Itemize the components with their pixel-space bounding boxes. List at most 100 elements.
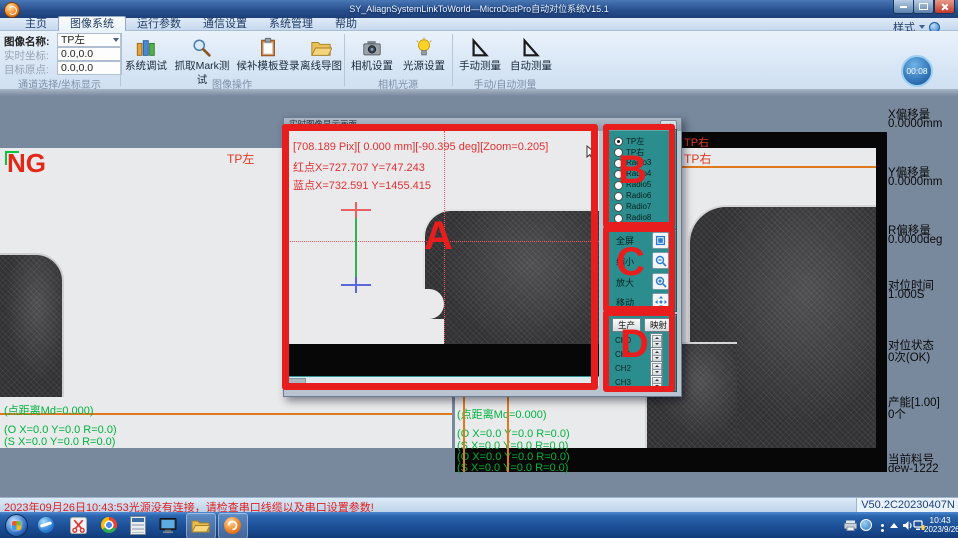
taskbar-calculator-button[interactable] xyxy=(128,515,148,535)
red-point-marker-v xyxy=(355,202,357,218)
stat-part-number-value: dew-1222 xyxy=(888,463,939,475)
camera-settings-button[interactable]: 相机设置 xyxy=(347,33,397,76)
ch2-stepper[interactable] xyxy=(650,361,663,376)
clock-date: 2023/9/26 xyxy=(924,525,956,535)
status-bar: 2023年09月26日10:43:53光源没有连接，请检查串口线缆以及串口设置参… xyxy=(0,497,958,512)
image-name-label: 图像名称: xyxy=(4,34,50,49)
calculator-icon xyxy=(130,516,146,535)
system-debug-button[interactable]: 系统调试 xyxy=(123,33,169,76)
live-image-dialog: 实时图像显示画面 [708.189 Pix][ 0.000 mm][-90.39… xyxy=(283,117,682,397)
tab-help[interactable]: 帮助 xyxy=(324,18,368,31)
radio-6[interactable] xyxy=(614,192,623,201)
taskbar-ie-button[interactable] xyxy=(36,515,56,535)
radio-8[interactable] xyxy=(614,214,623,223)
ch2-label: CH2 xyxy=(615,364,631,373)
close-button[interactable] xyxy=(934,0,955,14)
windows-flag-icon xyxy=(12,521,21,530)
tab-run-params[interactable]: 运行参数 xyxy=(126,18,192,31)
taskbar-remote-desktop-button[interactable] xyxy=(158,515,178,535)
radio-label: Radio6 xyxy=(626,191,651,200)
ch1-stepper[interactable] xyxy=(650,347,663,362)
start-button[interactable] xyxy=(5,514,28,537)
tab-system-mgmt[interactable]: 系统管理 xyxy=(258,18,324,31)
taskbar-remote-tool-button[interactable] xyxy=(68,515,88,535)
radio-label: Radio4 xyxy=(626,169,651,178)
tab-image-system[interactable]: 图像系统 xyxy=(58,16,126,31)
clock-time: 10:43 xyxy=(924,515,956,525)
ribbon-bottom-edge xyxy=(0,89,958,96)
light-settings-button[interactable]: 光源设置 xyxy=(399,33,449,76)
radio-label: Radio8 xyxy=(626,213,651,222)
radio-7[interactable] xyxy=(614,203,623,212)
left-workpiece-image xyxy=(0,253,64,397)
target-origin-field[interactable]: 0.0,0.0 xyxy=(57,61,122,75)
folder-export-icon xyxy=(300,33,342,59)
radio-3[interactable] xyxy=(614,159,623,168)
realtime-coord-field[interactable]: 0.0,0.0 xyxy=(57,47,122,61)
button-label: 手动测量 xyxy=(455,59,505,73)
ng-result-label: NG xyxy=(7,148,46,179)
dialog-image-area[interactable]: [708.189 Pix][ 0.000 mm][-90.395 deg][Zo… xyxy=(286,131,599,376)
ch3-stepper[interactable] xyxy=(650,375,663,390)
manual-measure-button[interactable]: 手动测量 xyxy=(455,33,505,76)
button-label: 候补模板登录 xyxy=(236,59,300,73)
grab-mark-test-button[interactable]: 抓取Mark测试 xyxy=(170,33,234,76)
minimize-button[interactable] xyxy=(893,0,914,14)
radio-5[interactable] xyxy=(614,181,623,190)
offline-map-button[interactable]: 离线导图 xyxy=(300,33,342,76)
pan-button[interactable] xyxy=(652,293,669,310)
auto-measure-button[interactable]: 自动测量 xyxy=(507,33,555,76)
window-title: SY_AliagnSystemLinkToWorld—MicroDistPro自… xyxy=(0,2,958,15)
zoom-out-label: 缩小 xyxy=(616,255,634,268)
right-camera-label: TP右 xyxy=(684,150,711,167)
mapping-button[interactable]: 映射 xyxy=(644,318,673,332)
radio-label: Radio5 xyxy=(626,180,651,189)
radio-tp-right[interactable] xyxy=(614,148,623,157)
button-label: 相机设置 xyxy=(347,59,397,73)
maximize-icon xyxy=(919,3,928,10)
group-caption-measure: 手动/自动测量 xyxy=(453,76,557,88)
magnifier-icon xyxy=(170,33,234,59)
tray-clock[interactable]: 10:43 2023/9/26 xyxy=(924,515,956,535)
production-button[interactable]: 生产 xyxy=(612,318,641,332)
align-app-icon xyxy=(224,517,241,534)
fullscreen-button[interactable] xyxy=(652,232,669,249)
triangle-ruler-icon xyxy=(455,33,505,59)
tab-home[interactable]: 主页 xyxy=(14,18,58,31)
ch0-stepper[interactable] xyxy=(650,333,663,348)
zoom-out-icon xyxy=(655,255,667,267)
group-caption-image-ops: 图像操作 xyxy=(121,76,343,88)
image-name-select[interactable]: TP左 xyxy=(57,33,122,47)
move-icon xyxy=(655,296,667,308)
internet-explorer-icon xyxy=(38,517,54,533)
distance-line-green xyxy=(355,218,357,284)
group-caption-camera-light: 相机光源 xyxy=(345,76,451,88)
step-down-icon[interactable] xyxy=(652,383,662,390)
blue-point-marker-v xyxy=(355,277,357,293)
left-overlay-origin: (O X=0.0 Y=0.0 R=0.0) xyxy=(4,424,117,436)
align-app-icon-holder[interactable] xyxy=(222,515,242,535)
zoom-in-button[interactable] xyxy=(652,273,669,290)
right-blackbar-shift: (S X=0.0 Y=0.0 R=0.0) xyxy=(457,462,568,474)
zoom-out-button[interactable] xyxy=(652,252,669,269)
taskbar-chrome-button[interactable] xyxy=(99,515,119,535)
explorer-icon-holder[interactable] xyxy=(190,515,210,535)
window-titlebar: SY_AliagnSystemLinkToWorld—MicroDistPro自… xyxy=(0,0,958,18)
right-orange-crosshair-v1 xyxy=(463,392,465,472)
stat-capacity-value: 0个 xyxy=(888,406,906,422)
dialog-h-scrollbar[interactable] xyxy=(286,376,599,386)
tab-comm-settings[interactable]: 通信设置 xyxy=(192,18,258,31)
chevron-down-icon xyxy=(919,25,925,29)
radio-label: Radio7 xyxy=(626,202,651,211)
radio-4[interactable] xyxy=(614,170,623,179)
radio-tp-left[interactable] xyxy=(614,137,623,146)
stat-align-time-value: 1.000S xyxy=(888,289,924,301)
scrollbar-thumb[interactable] xyxy=(288,378,306,387)
maximize-button[interactable] xyxy=(913,0,934,14)
close-icon xyxy=(941,3,949,11)
radio-label: TP左 xyxy=(626,136,644,147)
zoom-in-icon xyxy=(655,276,667,288)
template-register-button[interactable]: 候补模板登录 xyxy=(236,33,300,76)
ribbon-tab-strip: 主页 图像系统 运行参数 通信设置 系统管理 帮助 xyxy=(0,18,958,31)
stat-x-offset-value: 0.0000mm xyxy=(888,118,942,130)
